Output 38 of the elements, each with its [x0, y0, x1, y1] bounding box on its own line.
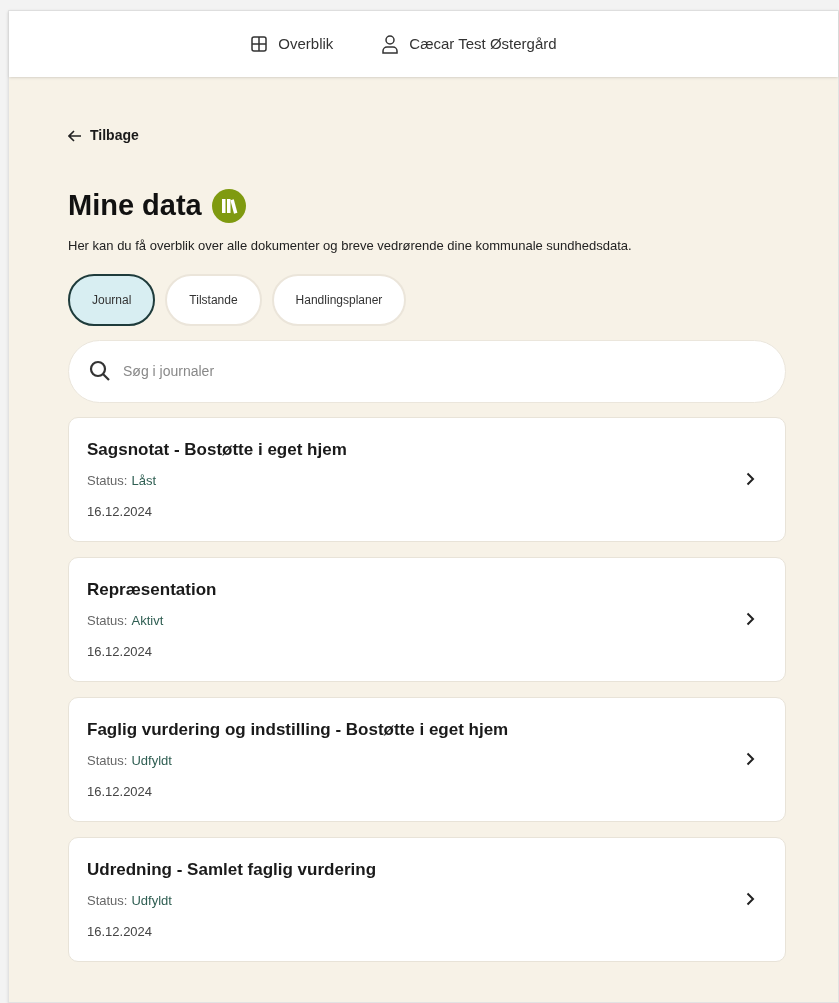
search-field[interactable]: Søg i journaler: [68, 339, 786, 403]
filter-tab[interactable]: Handlingsplaner: [271, 273, 407, 326]
search-icon: [88, 358, 112, 383]
filter-tab[interactable]: Journal: [68, 273, 156, 326]
chevron-right-icon: [746, 472, 755, 486]
filter-tab[interactable]: Tilstande: [165, 273, 262, 326]
arrow-left-icon: [68, 129, 82, 142]
status-label: Status:: [87, 612, 128, 631]
page-description: Her kan du få overblik over alle dokumenter og breve vedrørende dine kommunale sundhedsdata.: [68, 236, 633, 255]
books-icon: [211, 188, 246, 223]
status-label: Status:: [87, 472, 128, 491]
chevron-right-icon: [746, 752, 755, 766]
status-value: Aktivt: [131, 612, 164, 631]
nav-link[interactable]: Cæcar Test Østergård: [409, 32, 557, 56]
status-value: Låst: [131, 472, 157, 491]
card-title: Sagsnotat - Bostøtte i eget hjem: [87, 438, 348, 461]
card-title: Repræsentation: [87, 578, 218, 601]
card-date: 16.12.2024: [87, 642, 154, 661]
status-label: Status:: [87, 892, 128, 911]
card-date: 16.12.2024: [87, 922, 154, 941]
journal-card[interactable]: Repræsentation Status: Aktivt 16.12.2024: [68, 556, 786, 682]
chevron-right-icon: [746, 892, 755, 906]
card-title: Udredning - Samlet faglig vurdering: [87, 858, 378, 881]
page-title: Mine data: [68, 188, 202, 223]
status-value: Udfyldt: [131, 752, 172, 771]
status-value: Udfyldt: [131, 892, 172, 911]
status-label: Status:: [87, 752, 128, 771]
card-date: 16.12.2024: [87, 782, 154, 801]
chevron-right-icon: [746, 612, 755, 626]
person-icon: [381, 34, 400, 54]
journal-card[interactable]: Sagsnotat - Bostøtte i eget hjem Status: Låst 16.12.2024: [68, 416, 786, 542]
back-link[interactable]: Tilbage: [68, 125, 139, 146]
card-date: 16.12.2024: [87, 502, 154, 521]
grid-icon: [250, 35, 269, 53]
card-title: Faglig vurdering og indstilling - Bostøtte i eget hjem: [87, 718, 510, 741]
nav-link[interactable]: Overblik: [278, 32, 334, 56]
journal-card[interactable]: Udredning - Samlet faglig vurdering Status: Udfyldt 16.12.2024: [68, 836, 786, 962]
journal-card[interactable]: Faglig vurdering og indstilling - Bostøtte i eget hjem Status: Udfyldt 16.12.2024: [68, 696, 786, 822]
